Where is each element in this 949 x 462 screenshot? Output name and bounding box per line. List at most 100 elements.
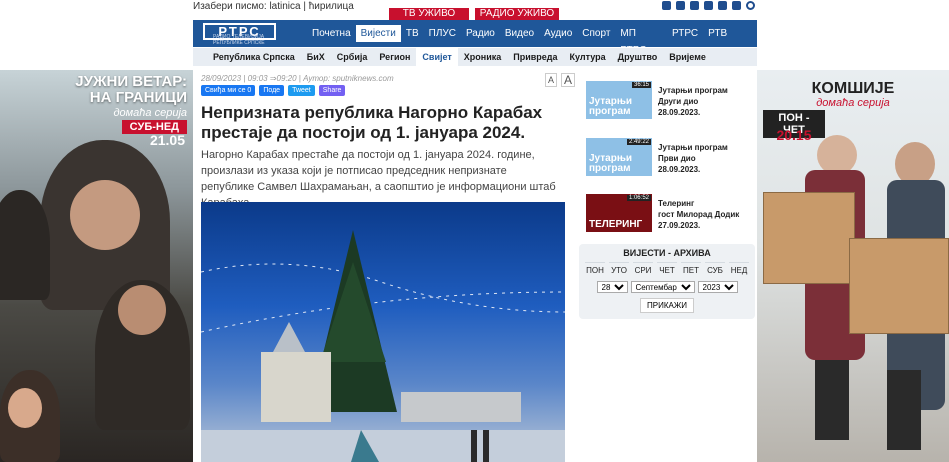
nav-item[interactable]: РТРС (667, 25, 703, 42)
script-separator: | (303, 1, 306, 12)
ad-box (849, 238, 949, 334)
year-select[interactable]: 2023 (697, 281, 738, 293)
archive-weekdays: ПОН УТО СРИ ЧЕТ ПЕТ СУБ НЕД (579, 258, 755, 275)
subnav-item[interactable]: Република Српска (207, 48, 301, 66)
ad-title: КОМШИЈЕ (811, 80, 895, 97)
cyrillic-link[interactable]: ћирилица (309, 1, 354, 12)
subnav-item[interactable]: Свијет (416, 48, 458, 66)
schedule-thumb-title: Јутарњи програм (589, 153, 633, 174)
tweet-button[interactable]: Tweet (288, 85, 315, 96)
nav-item[interactable]: Спорт (577, 25, 615, 42)
article-updated: ⇒09:20 (269, 74, 297, 83)
nav-item[interactable]: ТВ (401, 25, 424, 42)
radio-live-button[interactable]: РАДИО УЖИВО (475, 8, 559, 20)
subnav-item[interactable]: Регион (373, 48, 416, 66)
schedule-item[interactable]: 1:06:52 ТЕЛЕРИНГ Телеринг гост Милорад Доди… (586, 194, 756, 232)
schedule-line2: Други дио (658, 97, 699, 106)
show-archive-button[interactable]: ПРИКАЖИ (640, 298, 694, 313)
subnav-item[interactable]: Хроника (458, 48, 507, 66)
archive-title: ВИЈЕСТИ - АРХИВА (623, 248, 711, 258)
photo-illustration (201, 230, 565, 462)
latin-link[interactable]: latinica (269, 1, 300, 12)
facebook-like-button[interactable]: Свиђа ми се 0 (201, 85, 256, 96)
schedule-text: Телеринг гост Милорад Додик 27.09.2023. (658, 198, 739, 231)
social-icons (662, 1, 755, 10)
share-buttons: Свиђа ми се 0 Поде Tweet Share (201, 85, 346, 96)
nav-item[interactable]: МП РТРС (615, 25, 667, 56)
schedule-item[interactable]: 2:49:22 Јутарњи програм Јутарњи програм Прв… (586, 138, 756, 176)
ad-figure (70, 180, 140, 250)
schedule-duration: 2:49:22 (626, 139, 651, 145)
nav-item[interactable]: ПЛУС (424, 25, 461, 42)
schedule-line1: Телеринг (658, 199, 695, 208)
sub-nav: Република Српска БиХ Србија Регион Свијет Хро… (193, 48, 757, 66)
schedule-item[interactable]: 36:15 Јутарњи програм Јутарњи програм Други… (586, 81, 756, 119)
subnav-item[interactable]: Култура (564, 48, 612, 66)
nav-item[interactable]: Аудио (539, 25, 577, 42)
font-increase-button[interactable]: A (561, 73, 576, 87)
subnav-item[interactable]: Вријеме (663, 48, 712, 66)
archive-selects: 28 Септембар 2023 (579, 281, 755, 293)
ad-subtitle: домаћа серија (816, 97, 890, 109)
viber-share-button[interactable]: Share (318, 85, 346, 96)
ad-figure (0, 190, 50, 300)
nav-item[interactable]: Вијести (355, 25, 401, 42)
rtrs-logo[interactable]: РТРС РАДИО ТЕЛЕВИЗИЈА РЕПУБЛИКЕ СРПСКЕ (203, 23, 276, 46)
twitter-icon[interactable] (690, 1, 699, 10)
subnav-item[interactable]: Друштво (612, 48, 664, 66)
schedule-date: 27.09.2023. (658, 221, 701, 230)
tiktok-icon[interactable] (718, 1, 727, 10)
weekday-label: ПОН (585, 262, 605, 275)
font-size-controls: A A (545, 73, 576, 87)
instagram-icon[interactable] (676, 1, 685, 10)
nav-item[interactable]: Видео (500, 25, 539, 42)
ad-figure (817, 135, 857, 175)
schedule-thumbnail[interactable]: 2:49:22 Јутарњи програм (586, 138, 652, 176)
ad-figure (8, 388, 42, 428)
left-ad-banner[interactable]: ЈУЖНИ ВЕТАР: НА ГРАНИЦИ домаћа серија СУ… (0, 70, 193, 462)
nav-item[interactable]: РТВ такса (703, 25, 757, 56)
top-strip: Изабери писмо: latinica | ћирилица ТВ УЖ… (193, 0, 757, 20)
script-switcher: Изабери писмо: latinica | ћирилица (193, 1, 354, 12)
facebook-icon[interactable] (662, 1, 671, 10)
script-label: Изабери писмо: (193, 1, 267, 12)
article-meta: 28/09/2023 | 09:03 ⇒09:20 | Аутор: sputn… (201, 74, 394, 83)
article-author: Аутор: sputniknews.com (303, 74, 394, 83)
ad-figure (815, 360, 849, 440)
schedule-thumbnail[interactable]: 1:06:52 ТЕЛЕРИНГ (586, 194, 652, 232)
schedule-thumb-title: ТЕЛЕРИНГ (589, 219, 643, 230)
weekday-label: СРИ (633, 262, 653, 275)
subnav-item[interactable]: БиХ (301, 48, 331, 66)
search-icon[interactable] (746, 1, 755, 10)
day-select[interactable]: 28 (596, 281, 628, 293)
ad-subtitle: домаћа серија (113, 107, 187, 119)
facebook-share-button[interactable]: Поде (259, 85, 285, 96)
right-ad-banner[interactable]: КОМШИЈЕ домаћа серија ПОН - ЧЕТ 20.15 (757, 70, 949, 462)
weekday-label: УТО (609, 262, 629, 275)
schedule-thumbnail[interactable]: 36:15 Јутарњи програм (586, 81, 652, 119)
article-date: 28/09/2023 (201, 74, 242, 83)
subnav-item[interactable]: Србија (331, 48, 374, 66)
subnav-item[interactable]: Привреда (507, 48, 563, 66)
ad-title: ЈУЖНИ ВЕТАР: НА ГРАНИЦИ (75, 73, 187, 106)
news-archive: ВИЈЕСТИ - АРХИВА ПОН УТО СРИ ЧЕТ ПЕТ СУБ НЕД 2… (579, 244, 755, 319)
nav-item[interactable]: Радио (461, 25, 500, 42)
schedule-line1: Јутарњи програм (658, 86, 728, 95)
month-select[interactable]: Септембар (630, 281, 695, 293)
ad-figure (887, 370, 921, 450)
nav-item[interactable]: Почетна (307, 25, 356, 42)
youtube-icon[interactable] (704, 1, 713, 10)
article-time: 09:03 (247, 74, 268, 83)
font-decrease-button[interactable]: A (545, 73, 558, 87)
tv-live-button[interactable]: ТВ УЖИВО (389, 8, 469, 20)
nav-items: Почетна Вијести ТВ ПЛУС Радио Видео Аудио Спорт… (307, 20, 757, 56)
ad-figure (118, 285, 166, 335)
weekday-label: ПЕТ (681, 262, 701, 275)
schedule-text: Јутарњи програм Први дио 28.09.2023. (658, 142, 728, 175)
weekday-label: НЕД (729, 262, 749, 275)
schedule-thumb-title: Јутарњи програм (589, 96, 633, 117)
mail-icon[interactable] (732, 1, 741, 10)
schedule-date: 28.09.2023. (658, 108, 701, 117)
schedule-duration: 1:06:52 (626, 195, 651, 201)
weekday-label: СУБ (705, 262, 725, 275)
